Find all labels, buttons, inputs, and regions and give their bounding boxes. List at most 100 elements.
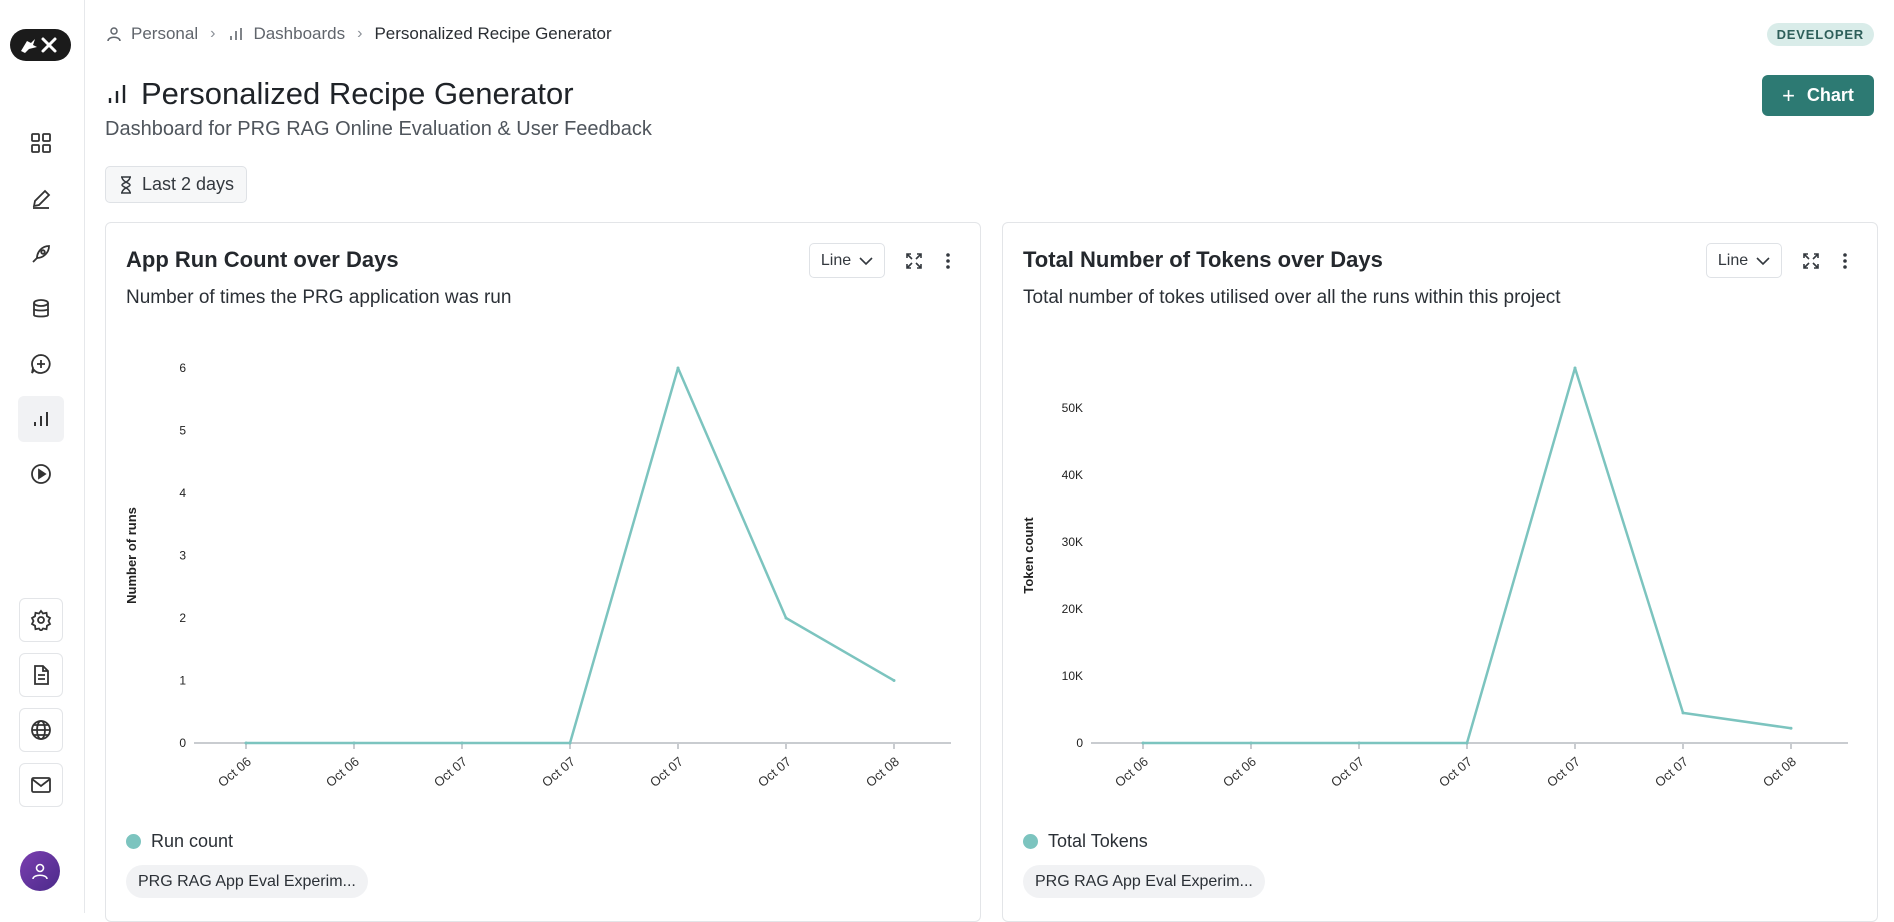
more-vertical-icon[interactable] <box>1835 251 1855 271</box>
breadcrumb-dashboards[interactable]: Dashboards <box>253 24 345 44</box>
legend-dot <box>1023 834 1038 849</box>
y-tick-label: 3 <box>179 549 186 563</box>
experiment-chip[interactable]: PRG RAG App Eval Experim... <box>1023 865 1265 898</box>
chevron-down-icon <box>1756 256 1770 265</box>
more-vertical-icon[interactable] <box>938 251 958 271</box>
user-icon <box>32 863 48 880</box>
y-tick-label: 30K <box>1062 535 1083 549</box>
nav-datasets-button[interactable] <box>18 286 64 332</box>
data-point <box>568 741 572 745</box>
add-chart-label: Chart <box>1806 85 1854 105</box>
data-point <box>676 366 680 370</box>
mail-icon <box>31 777 51 793</box>
x-tick-label: Oct 08 <box>1760 754 1799 790</box>
line-chart: 0 1 2 3 4 5 6 Number of runs Oct 06 Oct 06 Oct 07 O… <box>124 361 951 790</box>
x-tick-label: Oct 06 <box>1220 754 1259 790</box>
y-tick-label: 20K <box>1062 602 1083 616</box>
bird-tools-logo-icon <box>20 37 56 53</box>
user-icon <box>107 27 121 42</box>
chevron-right-icon: › <box>210 25 216 42</box>
data-point <box>1357 741 1361 745</box>
chart-card-run-count: App Run Count over Days Number of times … <box>105 222 981 922</box>
website-button[interactable] <box>19 708 63 752</box>
role-badge: DEVELOPER <box>1766 23 1874 46</box>
breadcrumb: Personal › Dashboards › Personalized Rec… <box>105 24 612 44</box>
chart-card-total-tokens: Total Number of Tokens over Days Total n… <box>1002 222 1878 922</box>
user-avatar[interactable] <box>20 851 60 891</box>
chevron-down-icon <box>859 256 873 265</box>
data-point <box>1573 366 1577 370</box>
play-icon <box>31 464 51 484</box>
x-tick-label: Oct 07 <box>1328 754 1367 790</box>
y-tick-label: 0 <box>179 736 186 750</box>
legend-label: Run count <box>151 831 234 851</box>
series-line <box>1143 366 1792 745</box>
bar-chart-icon <box>108 85 126 103</box>
x-tick-label: Oct 07 <box>539 754 578 790</box>
app-logo[interactable] <box>10 29 71 61</box>
y-tick-label: 40K <box>1062 468 1083 482</box>
data-point <box>1465 741 1469 745</box>
nav-dashboards-button[interactable] <box>18 396 64 442</box>
x-tick-label: Oct 07 <box>1652 754 1691 790</box>
expand-icon[interactable] <box>904 251 924 271</box>
plus-icon: + <box>1782 82 1795 108</box>
x-tick-label: Oct 07 <box>1544 754 1583 790</box>
chart-type-select[interactable]: Line <box>809 243 885 278</box>
y-axis-label: Token count <box>1021 517 1036 594</box>
page-title-row: Personalized Recipe Generator <box>105 76 574 112</box>
nav-prompts-button[interactable] <box>18 176 64 222</box>
legend-dot <box>126 834 141 849</box>
grid-icon <box>31 133 51 153</box>
sidebar <box>0 0 85 913</box>
data-point <box>784 616 788 620</box>
settings-button[interactable] <box>19 598 63 642</box>
globe-icon <box>31 720 51 740</box>
contact-button[interactable] <box>19 763 63 807</box>
data-point <box>460 741 464 745</box>
nav-runs-button[interactable] <box>18 451 64 497</box>
bar-chart-icon <box>34 412 48 426</box>
chart-type-select[interactable]: Line <box>1706 243 1782 278</box>
x-tick-label: Oct 06 <box>323 754 362 790</box>
chart-card-title: App Run Count over Days <box>126 247 399 272</box>
chart-legend: Total Tokens <box>1023 831 1148 852</box>
x-tick-label: Oct 07 <box>755 754 794 790</box>
nav-feedback-button[interactable] <box>18 341 64 387</box>
y-tick-label: 0 <box>1076 736 1083 750</box>
gear-icon <box>30 609 52 631</box>
experiment-chip[interactable]: PRG RAG App Eval Experim... <box>126 865 368 898</box>
y-tick-label: 1 <box>179 674 186 688</box>
data-point <box>1249 741 1253 745</box>
x-tick-label: Oct 07 <box>431 754 470 790</box>
data-point <box>244 741 248 745</box>
chart-type-label: Line <box>1717 251 1749 269</box>
breadcrumb-personal[interactable]: Personal <box>131 24 198 44</box>
series-line <box>246 366 895 745</box>
y-axis-label: Number of runs <box>124 507 139 604</box>
y-tick-label: 50K <box>1062 401 1083 415</box>
y-tick-label: 4 <box>179 486 186 500</box>
page-subtitle: Dashboard for PRG RAG Online Evaluation … <box>105 118 652 140</box>
docs-button[interactable] <box>19 653 63 697</box>
data-point <box>1789 726 1793 730</box>
nav-home-button[interactable] <box>18 120 64 166</box>
database-icon <box>33 299 49 318</box>
time-range-button[interactable]: Last 2 days <box>105 166 248 203</box>
add-chart-button[interactable]: + Chart <box>1762 75 1874 116</box>
chart-type-label: Line <box>820 251 852 269</box>
data-point <box>1681 711 1685 715</box>
data-point <box>1141 741 1145 745</box>
chart-card-description: Total number of tokes utilised over all … <box>1023 287 1561 308</box>
data-point <box>892 679 896 682</box>
x-tick-label: Oct 06 <box>215 754 254 790</box>
nav-deployments-button[interactable] <box>18 231 64 277</box>
bar-chart-icon <box>230 28 243 40</box>
document-icon <box>34 665 49 685</box>
y-tick-label: 10K <box>1062 669 1083 683</box>
page-title: Personalized Recipe Generator <box>141 76 574 111</box>
legend-label: Total Tokens <box>1048 831 1148 851</box>
expand-icon[interactable] <box>1801 251 1821 271</box>
x-tick-label: Oct 07 <box>1436 754 1475 790</box>
chart-legend: Run count <box>126 831 233 852</box>
